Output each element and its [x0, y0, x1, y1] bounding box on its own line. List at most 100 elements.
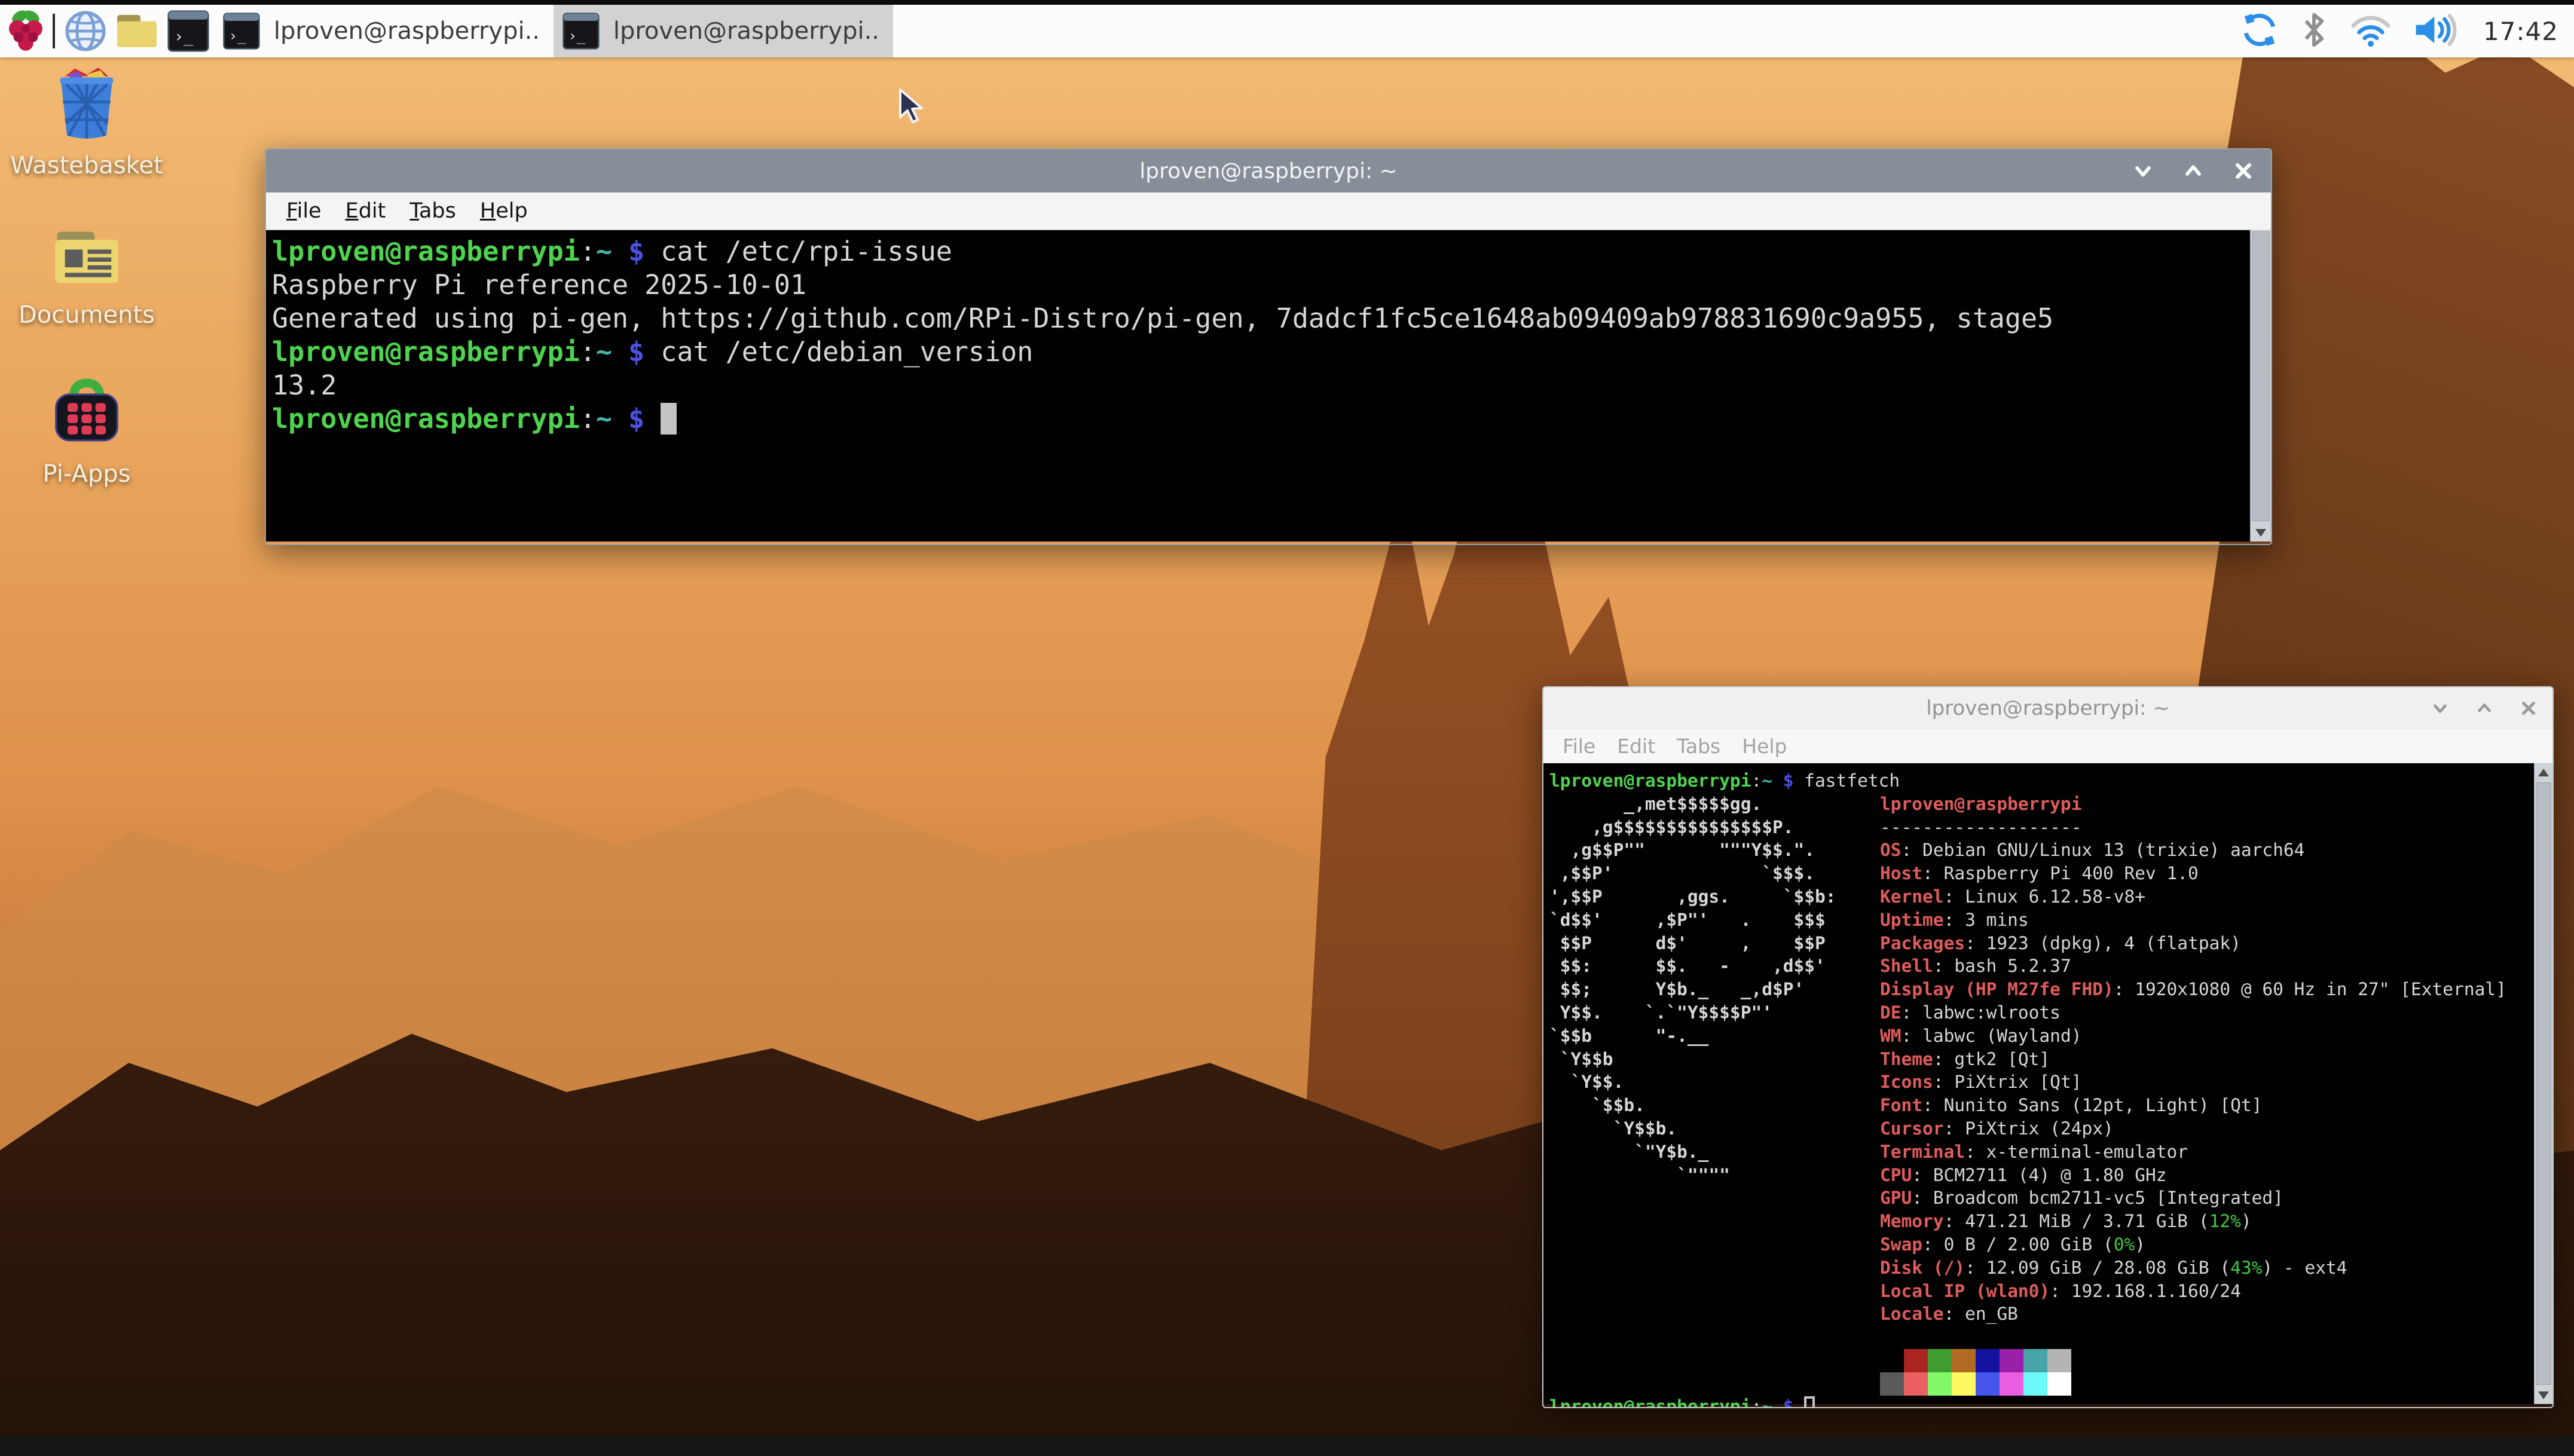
desktop-icon-label: Documents	[0, 301, 173, 329]
palette-swatch	[2000, 1372, 2023, 1396]
fastfetch-info-line: Local IP (wlan0): 192.168.1.160/24	[1880, 1280, 2506, 1303]
palette-swatch	[1952, 1349, 1976, 1372]
fastfetch-info-line: Kernel: Linux 6.12.58-v8+	[1880, 885, 2506, 909]
scrollbar-thumb[interactable]	[2252, 231, 2270, 521]
close-button[interactable]	[2231, 159, 2255, 183]
palette-swatch	[1904, 1349, 1928, 1372]
minimize-button[interactable]	[2131, 159, 2155, 183]
window-button-label: lproven@raspberrypi..	[274, 17, 539, 45]
menu-file[interactable]: File	[277, 195, 331, 227]
scroll-down-arrow[interactable]	[2535, 1386, 2552, 1404]
terminal-line: lproven@raspberrypi:~ $ cat /etc/rpi-iss…	[272, 235, 2245, 268]
updates-icon[interactable]	[2240, 11, 2279, 51]
fastfetch-color-palette	[1880, 1349, 2071, 1396]
wifi-icon[interactable]	[2349, 11, 2392, 51]
fastfetch-info-line: OS: Debian GNU/Linux 13 (trixie) aarch64	[1880, 839, 2506, 862]
palette-swatch	[2047, 1372, 2071, 1396]
menu-tabs[interactable]: Tabs	[1668, 732, 1729, 760]
menu-edit[interactable]: Edit	[336, 195, 396, 227]
desktop-icon-documents[interactable]: Documents	[0, 226, 173, 329]
titlebar[interactable]: lproven@raspberrypi: ~	[266, 149, 2271, 192]
bluetooth-icon[interactable]	[2299, 11, 2329, 51]
taskbar-window-terminal-2[interactable]: ›_ lproven@raspberrypi..	[554, 5, 893, 57]
desktop-icon-label: Pi-Apps	[0, 460, 173, 488]
palette-swatch	[2023, 1349, 2047, 1372]
palette-swatch	[2047, 1349, 2071, 1372]
window-title: lproven@raspberrypi: ~	[1139, 159, 1398, 183]
fastfetch-info-line: Swap: 0 B / 2.00 GiB (0%)	[1880, 1233, 2506, 1256]
taskbar-separator	[53, 14, 55, 48]
volume-icon[interactable]	[2413, 11, 2463, 51]
terminal-output-area[interactable]: lproven@raspberrypi:~ $ cat /etc/rpi-iss…	[266, 230, 2271, 542]
terminal-launcher[interactable]: ›_	[163, 5, 214, 57]
terminal-window-1: lproven@raspberrypi: ~ FileEditTabsHelp …	[265, 148, 2272, 545]
fastfetch-info-line: Icons: PiXtrix [Qt]	[1880, 1070, 2506, 1094]
desktop-screen: ›_ ›_ lproven@raspberrypi.. ›_ lproven@r…	[0, 0, 2574, 1456]
terminal-line: lproven@raspberrypi:~ $	[272, 402, 2245, 436]
menu-file[interactable]: File	[1554, 732, 1604, 760]
pi-apps-icon	[48, 375, 125, 452]
mouse-cursor	[898, 88, 925, 124]
fastfetch-info-line: Packages: 1923 (dpkg), 4 (flatpak)	[1880, 932, 2506, 955]
terminal-line: lproven@raspberrypi:~ $ cat /etc/debian_…	[272, 335, 2245, 369]
fastfetch-info-line: Uptime: 3 mins	[1880, 909, 2506, 932]
file-manager-launcher[interactable]	[111, 5, 163, 57]
taskbar-window-terminal-1[interactable]: ›_ lproven@raspberrypi..	[214, 5, 554, 57]
menu-edit[interactable]: Edit	[1609, 732, 1664, 760]
desktop-icon-label: Wastebasket	[0, 152, 173, 179]
minimize-button[interactable]	[2428, 696, 2452, 720]
palette-swatch	[1904, 1372, 1928, 1396]
fastfetch-ascii-art-accent: . , - `. "-.__	[1549, 793, 1751, 1164]
wallpaper-bottom-strip	[0, 1436, 2574, 1456]
fastfetch-info-line: GPU: Broadcom bcm2711-vc5 [Integrated]	[1880, 1186, 2506, 1210]
fastfetch-info-line: Locale: en_GB	[1880, 1302, 2506, 1326]
palette-swatch	[2000, 1349, 2023, 1372]
scrollbar-thumb[interactable]	[2536, 782, 2551, 1385]
desktop-icon-pi-apps[interactable]: Pi-Apps	[0, 375, 173, 488]
fastfetch-info-line: Font: Nunito Sans (12pt, Light) [Qt]	[1880, 1094, 2506, 1117]
terminal-line: Generated using pi-gen, https://github.c…	[272, 302, 2245, 335]
documents-folder-icon	[47, 226, 126, 293]
maximize-button[interactable]	[2472, 696, 2496, 720]
menu-help[interactable]: Help	[470, 195, 537, 227]
svg-text:›_: ›_	[229, 27, 246, 44]
terminal-window-2: lproven@raspberrypi: ~ FileEditTabsHelp …	[1542, 686, 2554, 1408]
palette-swatch	[1928, 1349, 1952, 1372]
fastfetch-info-line: CPU: BCM2711 (4) @ 1.80 GHz	[1880, 1164, 2506, 1187]
taskbar: ›_ ›_ lproven@raspberrypi.. ›_ lproven@r…	[0, 5, 2574, 57]
palette-swatch	[1880, 1349, 1904, 1372]
clock[interactable]: 17:42	[2483, 17, 2558, 46]
menu-tabs[interactable]: Tabs	[400, 195, 466, 227]
terminal-output-area[interactable]: lproven@raspberrypi:~ $ fastfetch _,met$…	[1543, 763, 2552, 1404]
fastfetch-info-line: Disk (/): 12.09 GiB / 28.08 GiB (43%) - …	[1880, 1256, 2506, 1280]
fastfetch-info-line: DE: labwc:wlroots	[1880, 1001, 2506, 1024]
terminal-line: 13.2	[272, 369, 2245, 402]
close-button[interactable]	[2517, 696, 2541, 720]
fastfetch-info-line: Display (HP M27fe FHD): 1920x1080 @ 60 H…	[1880, 978, 2506, 1001]
titlebar[interactable]: lproven@raspberrypi: ~	[1543, 687, 2552, 729]
palette-swatch	[1928, 1372, 1952, 1396]
palette-swatch	[1976, 1372, 2000, 1396]
scrollbar[interactable]	[2534, 763, 2552, 1404]
scroll-down-arrow[interactable]	[2251, 524, 2271, 542]
fastfetch-info-line: Cursor: PiXtrix (24px)	[1880, 1117, 2506, 1140]
palette-swatch	[1976, 1349, 2000, 1372]
fastfetch-info-line: Memory: 471.21 MiB / 3.71 GiB (12%)	[1880, 1210, 2506, 1233]
terminal-window-icon: ›_	[222, 12, 261, 50]
palette-swatch	[1952, 1372, 1976, 1396]
browser-launcher[interactable]	[60, 5, 111, 57]
menu-help[interactable]: Help	[1734, 732, 1795, 760]
maximize-button[interactable]	[2181, 159, 2205, 183]
svg-text:›_: ›_	[174, 27, 194, 46]
scroll-up-arrow[interactable]	[2535, 763, 2552, 781]
svg-text:›_: ›_	[568, 27, 586, 44]
menu-bar: FileEditTabsHelp	[266, 192, 2271, 230]
desktop-icon-wastebasket[interactable]: Wastebasket	[0, 65, 173, 179]
fastfetch-info-line: WM: labwc (Wayland)	[1880, 1024, 2506, 1048]
raspberry-menu-button[interactable]	[0, 5, 51, 57]
palette-swatch	[2023, 1372, 2047, 1396]
window-title: lproven@raspberrypi: ~	[1926, 696, 2170, 720]
fastfetch-info-line: Shell: bash 5.2.37	[1880, 955, 2506, 978]
scrollbar[interactable]	[2250, 230, 2271, 542]
wastebasket-icon	[47, 65, 126, 143]
